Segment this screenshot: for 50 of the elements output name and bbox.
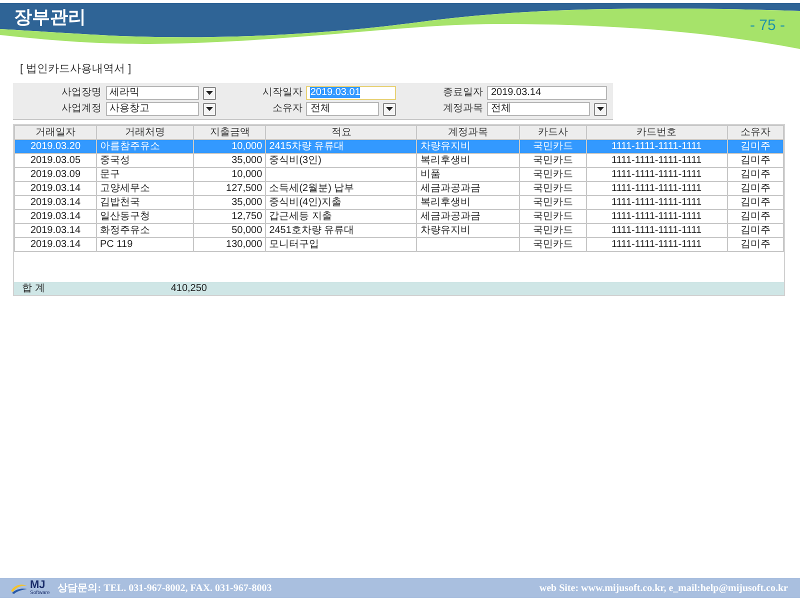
logo-text: MJ (30, 580, 46, 590)
filter-label: 소유자 (271, 103, 302, 115)
swoosh-logo-icon (10, 582, 28, 594)
table-cell: 모니터구입 (266, 238, 417, 252)
column-header: 소유자 (727, 126, 784, 140)
contact-text: 상담문의: TEL. 031-967-8002, FAX. 031-967-8003 (58, 582, 272, 596)
table-row[interactable]: 2019.03.14 김밥천국 35,000 중식비(4인)지출 복리후생비 국민카드 1111-1111-1111-1111 김미주 (14, 196, 784, 210)
table-cell: 1111-1111-1111-1111 (586, 238, 728, 252)
report-title: [ 법인카드사용내역서 ] (20, 62, 132, 76)
filter-label: 종료일자 (442, 87, 483, 99)
column-header: 거래일자 (14, 126, 97, 140)
combo-field[interactable]: 사용창고 (106, 102, 199, 116)
combo-field[interactable]: 전체 (306, 102, 380, 116)
dropdown-button[interactable] (594, 102, 607, 116)
filter-label: 계정과목 (442, 103, 483, 115)
table-cell: 김미주 (727, 238, 784, 252)
column-header: 거래처명 (96, 126, 194, 140)
filter-label: 사업장명 (60, 87, 102, 99)
column-header: 지출금액 (194, 126, 266, 140)
caret-icon (597, 107, 604, 111)
website-text: web Site: www.mijusoft.co.kr, e_mail:help@mijusoft.co.kr (539, 582, 788, 596)
total-label: 합 계 (21, 282, 46, 294)
table-row[interactable]: 2019.03.14 고양세무소 127,500 소득세(2월분) 납부 세금과공과금 국민카드 1111-1111-1111-1111 김미주 (14, 182, 784, 196)
total-amount: 410,250 (170, 282, 208, 294)
table-cell: 130,000 (194, 238, 266, 252)
table-row[interactable]: 2019.03.05 중국성 35,000 중식비(3인) 복리후생비 국민카드 1111-1111-1111-1111 김미주 (14, 154, 784, 168)
dropdown-button[interactable] (202, 102, 216, 116)
table-cell: 2019.03.14 (14, 238, 97, 252)
caret-icon (206, 91, 213, 95)
table-row[interactable]: 2019.03.09 문구 10,000 비품 국민카드 1111-1111-1111-1111 김미주 (14, 168, 784, 182)
table-row[interactable]: 2019.03.14 일산동구청 12,750 갑근세등 지출 세금과공과금 국민카드 1111-1111-1111-1111 김미주 (14, 210, 784, 224)
table-cell: 국민카드 (519, 238, 586, 252)
page-number: - 75 - (750, 17, 785, 35)
caret-icon (206, 107, 213, 111)
table-row[interactable]: 2019.03.14 PC 119 130,000 모니터구입 국민카드 1111-1111-1111-1111 김미주 (14, 238, 784, 252)
column-header: 적요 (266, 126, 417, 140)
table-row[interactable]: 2019.03.14 화정주유소 50,000 2451호차량 유류대 차량유지비 국민카드 1111-1111-1111-1111 김미주 (14, 224, 784, 238)
column-header: 카드사 (519, 126, 586, 140)
column-header: 계정과목 (416, 126, 520, 140)
column-header: 카드번호 (586, 126, 728, 140)
date-field[interactable]: 2019.03.14 (487, 86, 607, 100)
combo-field[interactable]: 세라믹 (106, 86, 199, 100)
dropdown-button[interactable] (202, 86, 216, 100)
page-title: 장부관리 (14, 6, 86, 28)
dropdown-button[interactable] (383, 102, 396, 116)
table-cell: PC 119 (96, 238, 194, 252)
filter-label: 시작일자 (261, 87, 302, 99)
combo-field[interactable]: 전체 (487, 102, 590, 116)
filter-label: 사업계정 (60, 103, 102, 115)
caret-icon (386, 107, 394, 111)
